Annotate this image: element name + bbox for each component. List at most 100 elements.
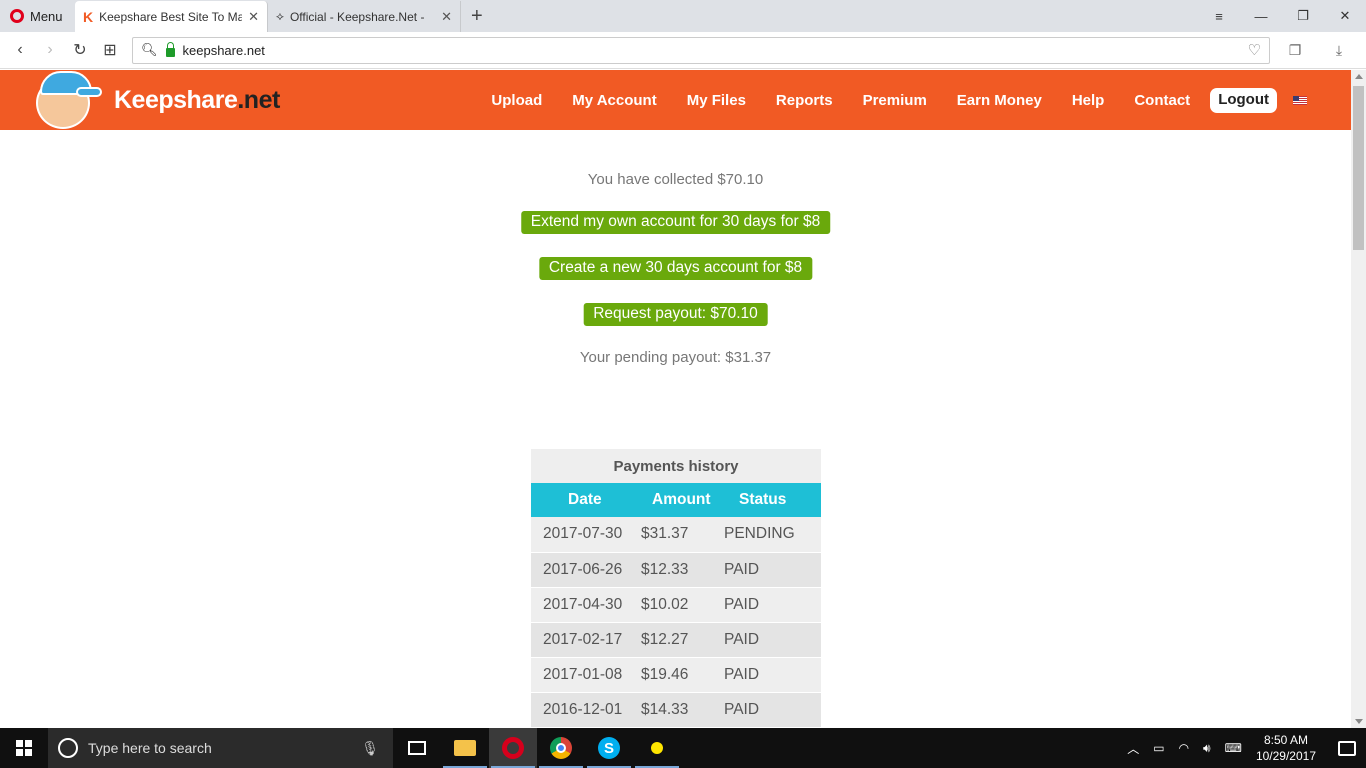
clock-date: 10/29/2017 bbox=[1255, 749, 1316, 763]
table-row: 2017-02-17 $12.27 PAID bbox=[531, 622, 821, 658]
payment-amount: $19.46 bbox=[641, 657, 724, 693]
payments-history-title: Payments history bbox=[531, 449, 821, 483]
new-tab-button[interactable]: + bbox=[461, 1, 493, 32]
nav-premium[interactable]: Premium bbox=[863, 92, 927, 109]
windows-taskbar: Type here to search 🎙︎ S ︿ ▭ ◠ 🔊︎ ⌨ 8:50… bbox=[0, 728, 1366, 768]
nav-help[interactable]: Help bbox=[1072, 92, 1105, 109]
volume-icon[interactable]: 🔊︎ bbox=[1203, 741, 1211, 756]
close-tab-icon[interactable]: ✕ bbox=[248, 9, 259, 25]
site-logo[interactable]: Keepshare.net bbox=[114, 86, 280, 115]
table-row: 2017-07-30 $31.37 PENDING bbox=[531, 517, 821, 553]
taskbar-clock[interactable]: 8:50 AM 10/29/2017 bbox=[1256, 732, 1316, 764]
payment-status: PAID bbox=[724, 622, 821, 658]
search-placeholder: Type here to search bbox=[88, 740, 212, 756]
nav-upload[interactable]: Upload bbox=[491, 92, 542, 109]
tab-menu-icon[interactable]: ≡ bbox=[1198, 9, 1240, 24]
payment-amount: $10.02 bbox=[641, 587, 724, 623]
snapshot-icon[interactable]: ❐ bbox=[1276, 42, 1314, 59]
skype-taskbar-button[interactable]: S bbox=[585, 728, 633, 768]
speed-dial-icon[interactable]: ⊞ bbox=[98, 40, 122, 60]
taskbar-search-box[interactable]: Type here to search 🎙︎ bbox=[48, 728, 393, 768]
url-field[interactable]: 🔍︎ keepshare.net ♡ bbox=[132, 36, 1270, 64]
file-explorer-button[interactable] bbox=[441, 728, 489, 768]
tray-expand-icon[interactable]: ︿ bbox=[1127, 740, 1139, 757]
microphone-icon[interactable]: 🎙︎ bbox=[361, 740, 379, 757]
payment-date: 2017-01-08 bbox=[531, 657, 641, 693]
menu-label: Menu bbox=[30, 8, 63, 24]
nav-earn-money[interactable]: Earn Money bbox=[957, 92, 1042, 109]
extend-account-button[interactable]: Extend my own account for 30 days for $8 bbox=[520, 211, 831, 234]
payment-status: PAID bbox=[724, 587, 821, 623]
pending-payout-text: Your pending payout: $31.37 bbox=[579, 349, 772, 366]
bookmark-heart-icon[interactable]: ♡ bbox=[1248, 41, 1261, 59]
chrome-taskbar-button[interactable] bbox=[537, 728, 585, 768]
payment-status: PAID bbox=[724, 692, 821, 728]
us-flag-icon[interactable] bbox=[1293, 95, 1307, 105]
payment-date: 2017-02-17 bbox=[531, 622, 641, 658]
nav-my-account[interactable]: My Account bbox=[572, 92, 656, 109]
cortana-icon bbox=[58, 738, 78, 758]
table-row: 2017-01-08 $19.46 PAID bbox=[531, 657, 821, 693]
payment-amount: $12.33 bbox=[641, 552, 724, 588]
browser-tab-official[interactable]: ⟡ Official - Keepshare.Net - ✕ bbox=[268, 1, 461, 32]
payment-amount: $12.27 bbox=[641, 622, 724, 658]
scrollbar-thumb[interactable] bbox=[1353, 86, 1364, 250]
key-icon: 🔍︎ bbox=[141, 42, 158, 57]
nav-reports[interactable]: Reports bbox=[776, 92, 833, 109]
task-view-button[interactable] bbox=[393, 728, 441, 768]
keyboard-icon[interactable]: ⌨ bbox=[1225, 741, 1242, 755]
taskbar-apps: S bbox=[393, 728, 681, 768]
main-content: You have collected $70.10 Extend my own … bbox=[0, 130, 1351, 728]
folder-icon bbox=[454, 740, 476, 756]
column-header-amount: Amount bbox=[641, 483, 724, 517]
tab-title: Keepshare Best Site To Ma bbox=[99, 9, 243, 24]
payment-date: 2017-06-26 bbox=[531, 552, 641, 588]
start-button[interactable] bbox=[0, 728, 48, 768]
payment-date: 2017-04-30 bbox=[531, 587, 641, 623]
nav-my-files[interactable]: My Files bbox=[687, 92, 746, 109]
column-header-status: Status bbox=[724, 483, 821, 517]
lock-icon bbox=[165, 41, 175, 57]
skype-icon: S bbox=[598, 737, 620, 759]
main-nav: Upload My Account My Files Reports Premi… bbox=[461, 87, 1307, 113]
wifi-icon[interactable]: ◠ bbox=[1179, 741, 1189, 755]
minimize-icon[interactable]: — bbox=[1240, 9, 1282, 24]
diamond-favicon-icon: ⟡ bbox=[276, 9, 284, 23]
opera-taskbar-button[interactable] bbox=[489, 728, 537, 768]
payment-date: 2016-12-01 bbox=[531, 692, 641, 728]
site-header: Keepshare.net Upload My Account My Files… bbox=[0, 70, 1351, 130]
restore-icon[interactable]: ❐ bbox=[1282, 8, 1324, 24]
browser-tab-keepshare[interactable]: K Keepshare Best Site To Ma ✕ bbox=[75, 1, 268, 32]
close-window-icon[interactable]: ✕ bbox=[1324, 8, 1366, 24]
download-icon[interactable]: ⤓ bbox=[1320, 42, 1358, 59]
chrome-icon bbox=[550, 737, 572, 759]
mascot-logo-icon[interactable] bbox=[36, 71, 102, 129]
nav-contact[interactable]: Contact bbox=[1134, 92, 1190, 109]
system-tray: ︿ ▭ ◠ 🔊︎ ⌨ 8:50 AM 10/29/2017 bbox=[1127, 728, 1366, 768]
url-text: keepshare.net bbox=[182, 42, 265, 58]
battery-icon[interactable]: ▭ bbox=[1153, 741, 1164, 755]
tab-title: Official - Keepshare.Net - bbox=[289, 9, 425, 24]
column-header-date: Date bbox=[531, 483, 641, 517]
logout-button[interactable]: Logout bbox=[1210, 87, 1277, 113]
reload-icon[interactable]: ↻ bbox=[68, 40, 92, 60]
request-payout-button[interactable]: Request payout: $70.10 bbox=[583, 303, 768, 326]
opera-menu-button[interactable]: Menu bbox=[0, 0, 75, 32]
action-center-icon[interactable] bbox=[1338, 740, 1356, 756]
collected-text: You have collected $70.10 bbox=[587, 171, 764, 188]
close-tab-icon[interactable]: ✕ bbox=[441, 9, 452, 25]
forward-icon[interactable]: › bbox=[38, 41, 62, 59]
payment-amount: $14.33 bbox=[641, 692, 724, 728]
yellow-app-taskbar-button[interactable] bbox=[633, 728, 681, 768]
scroll-down-icon[interactable] bbox=[1355, 719, 1363, 724]
scroll-up-icon[interactable] bbox=[1355, 74, 1363, 79]
payment-status: PENDING bbox=[724, 517, 821, 553]
create-account-button[interactable]: Create a new 30 days account for $8 bbox=[538, 257, 813, 280]
brand-tld: .net bbox=[237, 85, 280, 114]
back-icon[interactable]: ‹ bbox=[8, 41, 32, 59]
page-scrollbar[interactable] bbox=[1351, 70, 1366, 728]
table-row: 2016-12-01 $14.33 PAID bbox=[531, 692, 821, 728]
brand-name: Keepshare bbox=[114, 85, 238, 114]
keepshare-favicon-icon: K bbox=[83, 8, 94, 25]
windows-logo-icon bbox=[16, 740, 32, 756]
